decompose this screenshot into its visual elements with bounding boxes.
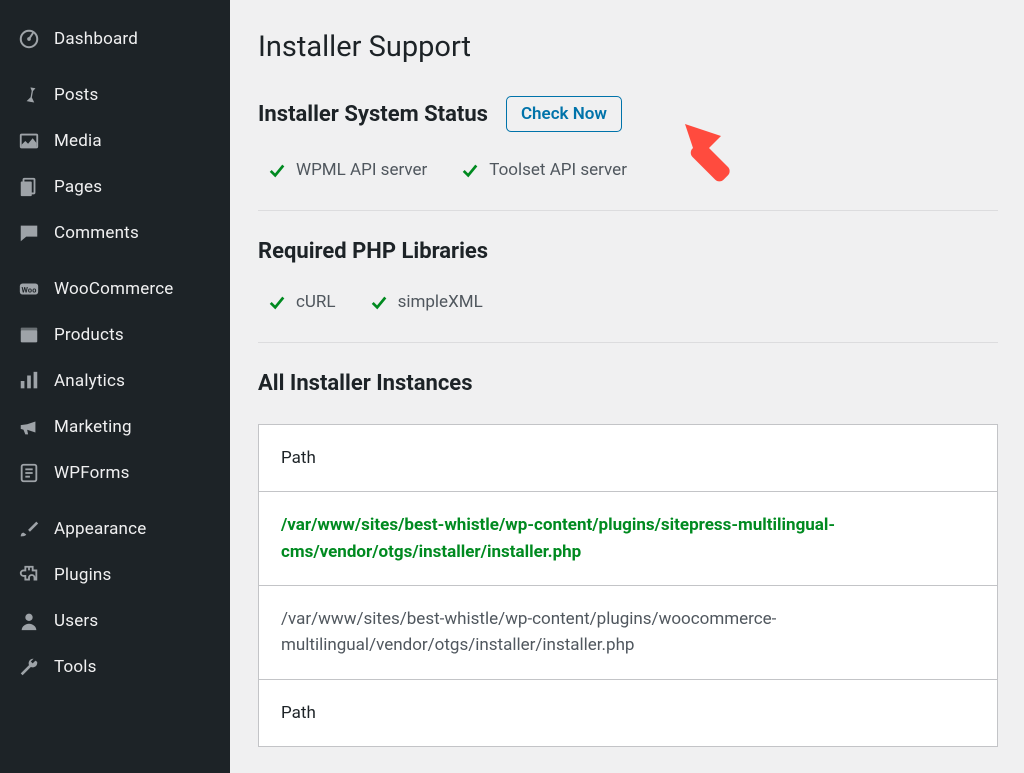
megaphone-icon: [18, 416, 40, 438]
sidebar-item-appearance[interactable]: Appearance: [0, 506, 230, 552]
sidebar-item-label: Pages: [54, 177, 102, 197]
sidebar-item-label: WooCommerce: [54, 279, 174, 299]
check-icon: [461, 161, 479, 179]
php-libs-row: cURL simpleXML: [258, 286, 998, 342]
status-server-wpml: WPML API server: [268, 160, 427, 180]
sidebar-item-label: Dashboard: [54, 29, 138, 49]
pages-icon: [18, 176, 40, 198]
sidebar-item-woocommerce[interactable]: Woo WooCommerce: [0, 266, 230, 312]
sidebar-item-label: Products: [54, 325, 124, 345]
sidebar-item-label: Plugins: [54, 565, 111, 585]
comment-icon: [18, 222, 40, 244]
system-status-servers: WPML API server Toolset API server: [258, 154, 998, 210]
media-icon: [18, 130, 40, 152]
plugin-icon: [18, 564, 40, 586]
sidebar-item-label: Tools: [54, 657, 97, 677]
divider: [258, 210, 998, 211]
products-icon: [18, 324, 40, 346]
check-icon: [370, 293, 388, 311]
sidebar-item-analytics[interactable]: Analytics: [0, 358, 230, 404]
php-lib-simplexml: simpleXML: [370, 292, 483, 312]
sidebar-item-wpforms[interactable]: WPForms: [0, 450, 230, 496]
check-icon: [268, 161, 286, 179]
divider: [258, 342, 998, 343]
status-server-label: Toolset API server: [489, 160, 627, 180]
sidebar-item-users[interactable]: Users: [0, 598, 230, 644]
php-lib-label: simpleXML: [398, 292, 483, 312]
table-header-path: Path: [259, 425, 997, 492]
php-lib-curl: cURL: [268, 292, 336, 312]
table-row: /var/www/sites/best-whistle/wp-content/p…: [259, 586, 997, 680]
user-icon: [18, 610, 40, 632]
sidebar-item-plugins[interactable]: Plugins: [0, 552, 230, 598]
check-now-button[interactable]: Check Now: [506, 96, 622, 132]
table-header-path: Path: [259, 680, 997, 746]
sidebar-item-tools[interactable]: Tools: [0, 644, 230, 690]
php-libs-heading: Required PHP Libraries: [258, 239, 998, 264]
php-lib-label: cURL: [296, 292, 336, 312]
admin-sidebar: Dashboard Posts Media Pages: [0, 0, 230, 773]
sidebar-item-label: WPForms: [54, 463, 130, 483]
analytics-icon: [18, 370, 40, 392]
sidebar-item-label: Appearance: [54, 519, 146, 539]
table-row: /var/www/sites/best-whistle/wp-content/p…: [259, 492, 997, 586]
sidebar-item-media[interactable]: Media: [0, 118, 230, 164]
brush-icon: [18, 518, 40, 540]
sidebar-item-label: Comments: [54, 223, 139, 243]
sidebar-item-marketing[interactable]: Marketing: [0, 404, 230, 450]
form-icon: [18, 462, 40, 484]
instances-heading: All Installer Instances: [258, 371, 998, 396]
instances-table: Path /var/www/sites/best-whistle/wp-cont…: [258, 424, 998, 747]
wrench-icon: [18, 656, 40, 678]
dashboard-icon: [18, 28, 40, 50]
check-icon: [268, 293, 286, 311]
sidebar-item-pages[interactable]: Pages: [0, 164, 230, 210]
sidebar-item-products[interactable]: Products: [0, 312, 230, 358]
status-server-toolset: Toolset API server: [461, 160, 627, 180]
system-status-header-row: Installer System Status Check Now: [258, 96, 998, 132]
system-status-heading: Installer System Status: [258, 102, 488, 127]
sidebar-item-label: Posts: [54, 85, 98, 105]
status-server-label: WPML API server: [296, 160, 427, 180]
sidebar-item-label: Media: [54, 131, 102, 151]
pin-icon: [18, 84, 40, 106]
sidebar-item-label: Users: [54, 611, 98, 631]
woo-icon: Woo: [18, 278, 40, 300]
sidebar-item-posts[interactable]: Posts: [0, 72, 230, 118]
sidebar-item-comments[interactable]: Comments: [0, 210, 230, 256]
sidebar-item-dashboard[interactable]: Dashboard: [0, 16, 230, 62]
sidebar-item-label: Analytics: [54, 371, 125, 391]
svg-text:Woo: Woo: [21, 286, 36, 295]
page-title: Installer Support: [258, 30, 998, 64]
sidebar-item-label: Marketing: [54, 417, 132, 437]
main-content: Installer Support Installer System Statu…: [230, 0, 1024, 773]
